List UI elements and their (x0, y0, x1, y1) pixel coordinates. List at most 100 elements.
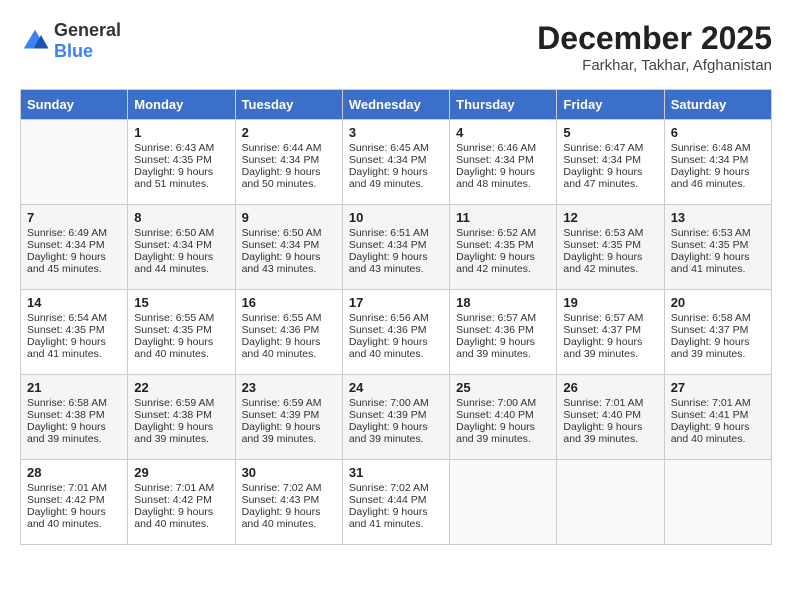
day-number: 30 (242, 465, 336, 480)
sunset: Sunset: 4:43 PM (242, 494, 320, 506)
logo-icon (20, 26, 50, 56)
sunset: Sunset: 4:34 PM (242, 154, 320, 166)
day-number: 11 (456, 210, 550, 225)
day-number: 7 (27, 210, 121, 225)
calendar-cell: 20 Sunrise: 6:58 AM Sunset: 4:37 PM Dayl… (664, 290, 771, 375)
header-row: Sunday Monday Tuesday Wednesday Thursday… (21, 90, 772, 120)
daylight: Daylight: 9 hours and 47 minutes. (563, 166, 642, 190)
daylight: Daylight: 9 hours and 39 minutes. (134, 421, 213, 445)
sunset: Sunset: 4:34 PM (134, 239, 212, 251)
daylight: Daylight: 9 hours and 40 minutes. (134, 506, 213, 530)
sunrise: Sunrise: 6:57 AM (456, 312, 536, 324)
daylight: Daylight: 9 hours and 44 minutes. (134, 251, 213, 275)
calendar-header: Sunday Monday Tuesday Wednesday Thursday… (21, 90, 772, 120)
calendar-cell: 18 Sunrise: 6:57 AM Sunset: 4:36 PM Dayl… (450, 290, 557, 375)
calendar-cell: 23 Sunrise: 6:59 AM Sunset: 4:39 PM Dayl… (235, 375, 342, 460)
sunset: Sunset: 4:38 PM (134, 409, 212, 421)
sunrise: Sunrise: 7:02 AM (349, 482, 429, 494)
sunrise: Sunrise: 6:51 AM (349, 227, 429, 239)
daylight: Daylight: 9 hours and 39 minutes. (27, 421, 106, 445)
sunrise: Sunrise: 7:01 AM (134, 482, 214, 494)
sunset: Sunset: 4:41 PM (671, 409, 749, 421)
day-number: 5 (563, 125, 657, 140)
sunrise: Sunrise: 6:46 AM (456, 142, 536, 154)
sunrise: Sunrise: 6:44 AM (242, 142, 322, 154)
sunrise: Sunrise: 6:59 AM (134, 397, 214, 409)
sunset: Sunset: 4:40 PM (563, 409, 641, 421)
sunset: Sunset: 4:36 PM (456, 324, 534, 336)
logo-text: General Blue (54, 20, 121, 62)
calendar-cell: 16 Sunrise: 6:55 AM Sunset: 4:36 PM Dayl… (235, 290, 342, 375)
day-number: 3 (349, 125, 443, 140)
sunrise: Sunrise: 6:58 AM (671, 312, 751, 324)
calendar-cell (664, 460, 771, 545)
logo-blue: Blue (54, 41, 93, 61)
sunrise: Sunrise: 6:59 AM (242, 397, 322, 409)
day-number: 12 (563, 210, 657, 225)
sunrise: Sunrise: 6:58 AM (27, 397, 107, 409)
calendar-cell: 10 Sunrise: 6:51 AM Sunset: 4:34 PM Dayl… (342, 205, 449, 290)
calendar-week-5: 28 Sunrise: 7:01 AM Sunset: 4:42 PM Dayl… (21, 460, 772, 545)
header-saturday: Saturday (664, 90, 771, 120)
calendar-cell: 1 Sunrise: 6:43 AM Sunset: 4:35 PM Dayli… (128, 120, 235, 205)
daylight: Daylight: 9 hours and 43 minutes. (349, 251, 428, 275)
calendar-cell (557, 460, 664, 545)
header-monday: Monday (128, 90, 235, 120)
sunrise: Sunrise: 6:53 AM (671, 227, 751, 239)
daylight: Daylight: 9 hours and 40 minutes. (242, 336, 321, 360)
day-number: 6 (671, 125, 765, 140)
sunrise: Sunrise: 6:55 AM (242, 312, 322, 324)
logo-general: General (54, 20, 121, 40)
sunset: Sunset: 4:35 PM (27, 324, 105, 336)
day-number: 15 (134, 295, 228, 310)
calendar-cell: 27 Sunrise: 7:01 AM Sunset: 4:41 PM Dayl… (664, 375, 771, 460)
sunset: Sunset: 4:34 PM (242, 239, 320, 251)
day-number: 2 (242, 125, 336, 140)
calendar-cell: 21 Sunrise: 6:58 AM Sunset: 4:38 PM Dayl… (21, 375, 128, 460)
calendar-cell: 28 Sunrise: 7:01 AM Sunset: 4:42 PM Dayl… (21, 460, 128, 545)
daylight: Daylight: 9 hours and 51 minutes. (134, 166, 213, 190)
day-number: 8 (134, 210, 228, 225)
sunrise: Sunrise: 6:56 AM (349, 312, 429, 324)
day-number: 10 (349, 210, 443, 225)
daylight: Daylight: 9 hours and 39 minutes. (563, 421, 642, 445)
calendar-body: 1 Sunrise: 6:43 AM Sunset: 4:35 PM Dayli… (21, 120, 772, 545)
sunrise: Sunrise: 7:01 AM (671, 397, 751, 409)
daylight: Daylight: 9 hours and 41 minutes. (349, 506, 428, 530)
daylight: Daylight: 9 hours and 40 minutes. (671, 421, 750, 445)
daylight: Daylight: 9 hours and 45 minutes. (27, 251, 106, 275)
calendar-cell: 31 Sunrise: 7:02 AM Sunset: 4:44 PM Dayl… (342, 460, 449, 545)
sunrise: Sunrise: 6:52 AM (456, 227, 536, 239)
sunset: Sunset: 4:34 PM (349, 239, 427, 251)
day-number: 23 (242, 380, 336, 395)
day-number: 29 (134, 465, 228, 480)
sunrise: Sunrise: 6:50 AM (134, 227, 214, 239)
daylight: Daylight: 9 hours and 39 minutes. (456, 336, 535, 360)
sunrise: Sunrise: 6:55 AM (134, 312, 214, 324)
calendar-cell: 6 Sunrise: 6:48 AM Sunset: 4:34 PM Dayli… (664, 120, 771, 205)
day-number: 20 (671, 295, 765, 310)
calendar-cell (21, 120, 128, 205)
sunrise: Sunrise: 6:57 AM (563, 312, 643, 324)
sunset: Sunset: 4:35 PM (134, 324, 212, 336)
daylight: Daylight: 9 hours and 41 minutes. (27, 336, 106, 360)
sunset: Sunset: 4:35 PM (134, 154, 212, 166)
calendar-cell: 22 Sunrise: 6:59 AM Sunset: 4:38 PM Dayl… (128, 375, 235, 460)
daylight: Daylight: 9 hours and 40 minutes. (242, 506, 321, 530)
sunset: Sunset: 4:35 PM (671, 239, 749, 251)
day-number: 9 (242, 210, 336, 225)
sunset: Sunset: 4:39 PM (242, 409, 320, 421)
calendar-cell: 30 Sunrise: 7:02 AM Sunset: 4:43 PM Dayl… (235, 460, 342, 545)
daylight: Daylight: 9 hours and 39 minutes. (349, 421, 428, 445)
sunrise: Sunrise: 6:45 AM (349, 142, 429, 154)
sunrise: Sunrise: 6:49 AM (27, 227, 107, 239)
sunrise: Sunrise: 7:00 AM (456, 397, 536, 409)
calendar-cell: 25 Sunrise: 7:00 AM Sunset: 4:40 PM Dayl… (450, 375, 557, 460)
day-number: 24 (349, 380, 443, 395)
calendar-cell: 4 Sunrise: 6:46 AM Sunset: 4:34 PM Dayli… (450, 120, 557, 205)
sunrise: Sunrise: 6:50 AM (242, 227, 322, 239)
daylight: Daylight: 9 hours and 42 minutes. (563, 251, 642, 275)
calendar-cell: 5 Sunrise: 6:47 AM Sunset: 4:34 PM Dayli… (557, 120, 664, 205)
calendar-cell: 15 Sunrise: 6:55 AM Sunset: 4:35 PM Dayl… (128, 290, 235, 375)
sunrise: Sunrise: 6:43 AM (134, 142, 214, 154)
